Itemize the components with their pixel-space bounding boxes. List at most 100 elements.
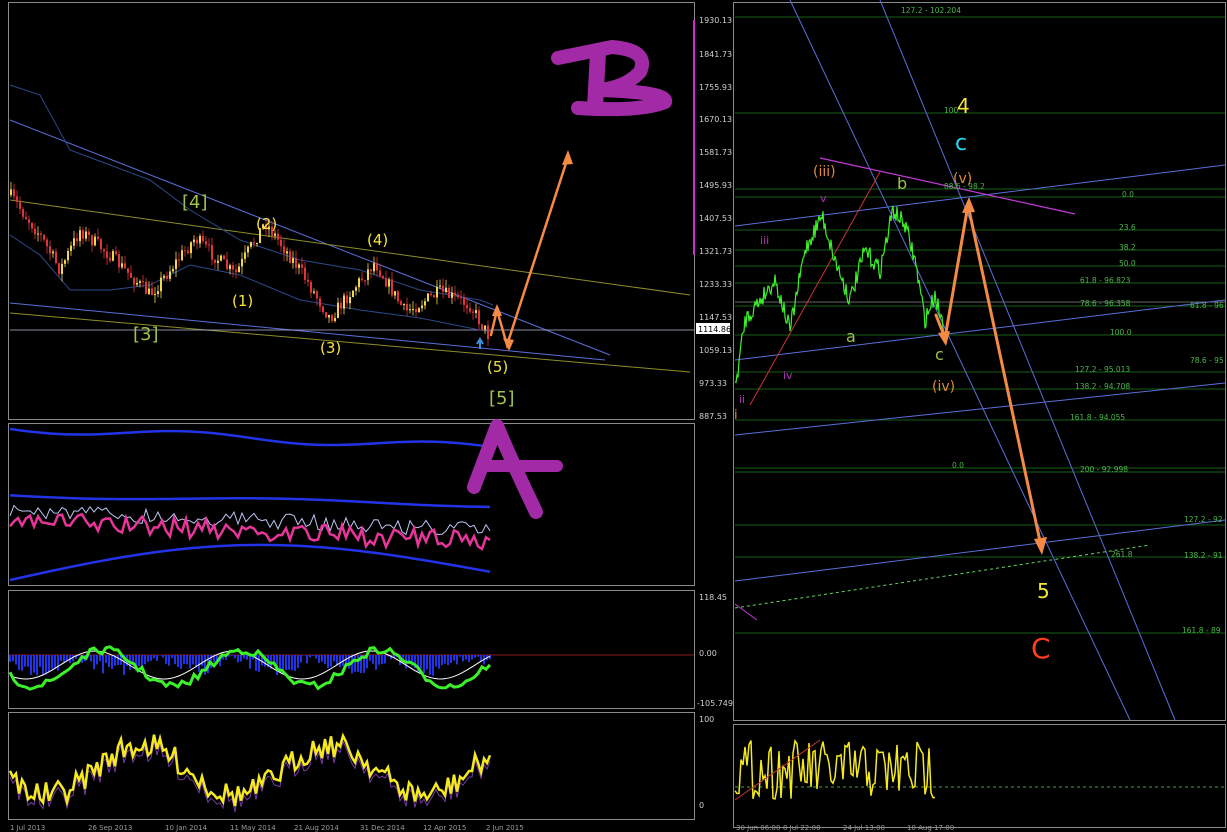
right-date-axis: 30 Jun 06:00 8 Jul 22:00 24 Jul 13:00 10… [736,824,954,832]
left-bollinger-panel [9,427,491,582]
trendline [734,382,1226,436]
candle-body [214,259,216,263]
wave-label-W4: [4] [182,192,208,213]
date-tick: 21 Aug 2014 [294,824,339,832]
candle-body [58,263,60,274]
candle-body [154,294,156,296]
candle-body [103,249,105,252]
candle-body [133,277,135,285]
candle-body [412,309,414,311]
fib-label: 127.2 - 92 [1184,515,1223,524]
candle-body [94,236,96,246]
candle-body [478,310,480,325]
macd-tick: -105.749 [697,699,733,708]
candle-body [343,295,345,309]
candle-body [373,263,375,272]
magenta-stub [734,603,758,621]
candle-body [316,291,318,299]
price-tick: 1841.73 [699,50,732,59]
candle-body [49,246,51,254]
panel-borders [8,2,1226,828]
wave-label-W5: [5] [489,388,515,409]
right-price-panel[interactable] [733,2,1226,721]
candle-body [286,251,288,254]
candle-body [313,291,315,293]
candle-body [226,259,228,270]
candle-body [385,278,387,287]
candle-body [403,303,405,306]
candle-body [166,275,168,279]
candle-body [328,314,330,318]
candle-body [364,279,366,281]
candle-body [97,236,99,240]
fib-label: 50.0 [1119,259,1136,268]
price-tick: 1147.53 [699,313,732,322]
candle-body [475,310,477,313]
price-tick: 1407.53 [699,214,732,223]
fib-label: 161.8 - 89 [1182,626,1221,635]
candle-body [124,263,126,269]
candle-body [355,287,357,291]
candle-body [193,239,195,243]
candle-body [202,235,204,242]
candle-body [169,271,171,279]
candle-body [280,239,282,247]
candle-body [370,269,372,272]
right-wave-labels: 4 c (iii) (v) (iv) b a c v iii iv ii i 5… [734,94,1051,665]
candle-body [31,222,33,229]
candle-body [358,278,360,288]
band-lower [9,234,494,333]
wave-label-1: (1) [232,292,253,310]
current-price-label: 1114.86 [698,325,731,334]
candle-body [406,303,408,311]
wave-label-b: b [897,174,907,193]
candle-body [79,230,81,242]
wave-label-W3: [3] [133,324,159,345]
candle-body [160,277,162,292]
price-tick: 973.33 [699,379,727,388]
candle-body [367,269,369,281]
candle-body [244,252,246,259]
candle-body [310,282,312,293]
candle-body [145,281,147,294]
left-price-axis: 1930.13 1841.73 1755.93 1670.13 1581.73 … [693,16,732,421]
candle-body [76,238,78,242]
fib-label: 127.2 - 102.204 [901,6,961,15]
date-tick: 10 Jan 2014 [165,824,208,832]
candle-body [463,297,465,305]
date-tick: 1 Jul 2013 [10,824,45,832]
candle-body [241,258,243,267]
date-tick: 11 May 2014 [230,824,276,832]
candle-body [88,231,90,236]
date-tick: 8 Jul 22:00 [783,824,821,832]
candle-body [70,245,72,251]
candle-body [118,254,120,268]
candle-body [337,302,339,319]
candle-body [148,288,150,294]
trendline [9,302,606,361]
price-tick: 887.53 [699,412,727,421]
candle-body [91,235,93,246]
candle-body [433,295,435,298]
fib-label: 88.6 - 98.2 [944,182,985,191]
candle-body [448,287,450,298]
candle-body [400,301,402,306]
trendline [9,199,691,296]
candle-body [199,235,201,244]
candle-body [304,267,306,280]
candle-body [292,258,294,263]
left-bands-panel[interactable] [8,423,695,586]
candle-body [247,246,249,253]
fib-label: 138.2 - 91 [1184,551,1223,560]
candle-body [451,292,453,298]
candle-body [409,309,411,311]
candle-body [334,318,336,322]
fib-label: 61.8 - 96.823 [1080,276,1131,285]
candle-body [394,291,396,296]
date-tick: 10 Aug 17:00 [907,824,954,832]
candle-body [487,325,489,340]
wave-label-2: (2) [256,215,277,233]
left-rsi-panel[interactable] [8,712,695,820]
wave-label-five: 5 [1037,579,1050,603]
dashed-line [734,544,1151,609]
